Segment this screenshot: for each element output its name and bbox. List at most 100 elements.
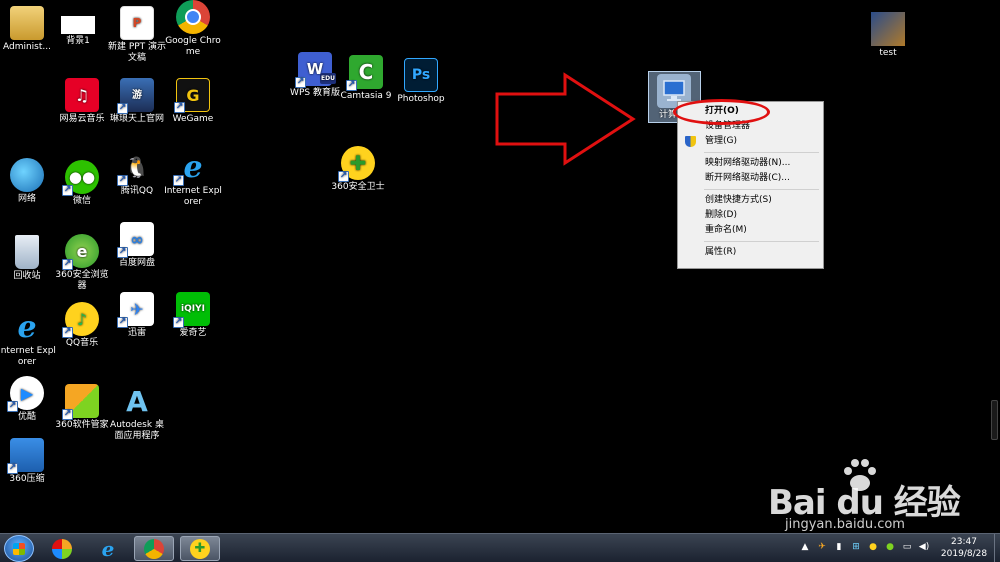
icon-label: WeGame [172,114,214,124]
netease-music-icon: ♫ [65,78,99,112]
icon-label: 360安全卫士 [331,182,385,192]
red-circle-annotation [673,99,770,125]
shortcut-arrow-icon: ↗ [338,171,349,182]
desktop-icon-360-browser[interactable]: e ↗ 360安全浏览器 [51,234,113,292]
qq-music-icon: ♪ ↗ [62,302,99,338]
desktop-icon-test[interactable]: test [857,12,919,59]
monitor-tray-icon[interactable]: ▭ [901,541,913,553]
user-folder-icon [10,6,44,40]
desktop-icon-youku[interactable]: ▶ ↗ 优酷 [0,376,58,423]
desktop-icon-camtasia[interactable]: C ↗ Camtasia 9 [335,55,397,102]
xunlei-icon: ✈ ↗ [117,292,154,328]
icon-label: 琳琅天上官网 [109,114,164,124]
desktop-icon-iqiyi[interactable]: iQIYI ↗ 爱奇艺 [162,292,224,339]
volume-icon[interactable]: ◀) [918,541,930,553]
show-hidden-icons-icon[interactable]: ▲ [799,541,811,553]
icon-label: 回收站 [13,271,41,281]
tray-app-icon[interactable]: ✈ [816,541,828,553]
menu-item-delete[interactable]: 删除(D) [680,208,821,223]
icon-label: Autodesk 桌面应用程序 [110,420,164,441]
image-file-icon [61,16,95,34]
menu-item-manage[interactable]: 管理(G) [680,134,821,149]
desktop-icon-recycle-bin[interactable]: 回收站 [0,235,58,282]
360-soft-manager-icon: ↗ [62,384,99,420]
shortcut-arrow-icon: ↗ [174,102,185,113]
desktop-icon-360-soft-manager[interactable]: ↗ 360软件管家 [51,384,113,431]
menu-item-create-shortcut[interactable]: 创建快捷方式(S) [680,193,821,208]
shortcut-arrow-icon: ↗ [117,317,128,328]
zip-icon: ↗ [7,438,44,474]
desktop-icon-360zip[interactable]: ↗ 360压缩 [0,438,58,485]
desktop-icon-chrome[interactable]: Google Chrome [162,0,224,58]
taskbar-360-panel[interactable] [42,536,82,561]
shortcut-arrow-icon: ↗ [62,259,73,270]
taskbar-clock[interactable]: 23:47 2019/8/28 [936,536,992,560]
shortcut-arrow-icon: ↗ [117,247,128,258]
icon-label: 迅雷 [127,328,146,338]
menu-item-rename[interactable]: 重命名(M) [680,223,821,238]
desktop-icon-photoshop[interactable]: Ps Photoshop [390,58,452,105]
ppt-file-icon: P [120,6,154,40]
youku-icon: ▶ ↗ [7,376,44,412]
desktop-icon-network[interactable]: 网络 [0,158,58,205]
icon-label: 360压缩 [9,474,45,484]
windows-logo-icon [13,542,25,555]
network-status-icon[interactable]: ⊞ [850,541,862,553]
shortcut-arrow-icon: ↗ [346,80,357,91]
icon-label: 360软件管家 [55,420,109,430]
tray-app-icon-2[interactable]: ● [884,541,896,553]
desktop-icon-tencent-qq[interactable]: 🐧 ↗ 腾讯QQ [106,150,168,197]
taskbar-360-safe[interactable]: ✚ [180,536,220,561]
desktop-icon-new-ppt[interactable]: P 新建 PPT 演示文稿 [106,6,168,64]
show-desktop-button[interactable] [994,534,1000,562]
image-thumbnail-icon [871,12,905,46]
photoshop-icon: Ps [404,58,438,92]
menu-item-properties[interactable]: 属性(R) [680,245,821,260]
desktop-icon-qq-music[interactable]: ♪ ↗ QQ音乐 [51,302,113,349]
icon-label: Photoshop [397,94,445,104]
ie-icon: e ↗ [173,149,203,186]
system-tray: ▲ ✈ ▮ ⊞ ● ● ▭ ◀) [799,541,930,553]
shortcut-arrow-icon: ↗ [62,409,73,420]
desktop-icon-360-safe[interactable]: ✚ ↗ 360安全卫士 [327,146,389,193]
desktop-icon-baidu-disk[interactable]: ∞ ↗ 百度网盘 [106,222,168,269]
desktop-icon-wechat[interactable]: ●● ↗ 微信 [51,160,113,207]
qq-penguin-icon: 🐧 ↗ [117,150,154,186]
360-tray-icon[interactable]: ● [867,541,879,553]
scroll-handle[interactable] [991,400,998,440]
desktop-icon-wegame[interactable]: G ↗ WeGame [162,78,224,125]
icon-label: 微信 [72,196,91,206]
icon-label: 百度网盘 [118,258,155,268]
chrome-icon [144,538,164,559]
taskbar-chrome[interactable] [134,536,174,561]
desktop-icon-internet-explorer[interactable]: e Internet Explorer [0,310,58,368]
camtasia-icon: C ↗ [346,55,383,91]
icon-label: Internet Explorer [164,186,222,207]
desktop-icon-beijing1[interactable]: 背景1 [47,6,109,47]
icon-label: 网易云音乐 [59,114,105,124]
menu-separator [704,241,819,242]
wechat-icon: ●● ↗ [62,160,99,196]
desktop[interactable]: Administ... 网络 回收站 e Internet Explorer ▶… [0,0,1000,533]
start-button[interactable] [4,535,34,562]
icon-label: Internet Explorer [0,346,56,367]
uac-shield-icon [685,136,696,147]
desktop-icon-xunlei[interactable]: ✈ ↗ 迅雷 [106,292,168,339]
desktop-icon-netease-music[interactable]: ♫ 网易云音乐 [51,78,113,125]
360-safe-icon: ✚ ↗ [338,146,375,182]
desktop-icon-linglong[interactable]: 游 ↗ 琳琅天上官网 [106,78,168,125]
ie-icon: e [17,309,37,345]
menu-item-disconnect-network-drive[interactable]: 断开网络驱动器(C)... [680,171,821,186]
iqiyi-icon: iQIYI ↗ [173,292,210,328]
network-signal-icon[interactable]: ▮ [833,541,845,553]
edu-badge: EDU [320,73,336,84]
wegame-icon: G ↗ [174,78,210,113]
menu-item-map-network-drive[interactable]: 映射网络驱动器(N)... [680,156,821,171]
desktop-icon-autodesk[interactable]: A Autodesk 桌面应用程序 [106,384,168,442]
menu-separator [704,152,819,153]
menu-separator [704,189,819,190]
network-icon [10,158,44,192]
shortcut-arrow-icon: ↗ [7,401,18,412]
taskbar-ie[interactable]: e [88,536,128,561]
desktop-icon-internet-explorer-2[interactable]: e ↗ Internet Explorer [162,150,224,208]
